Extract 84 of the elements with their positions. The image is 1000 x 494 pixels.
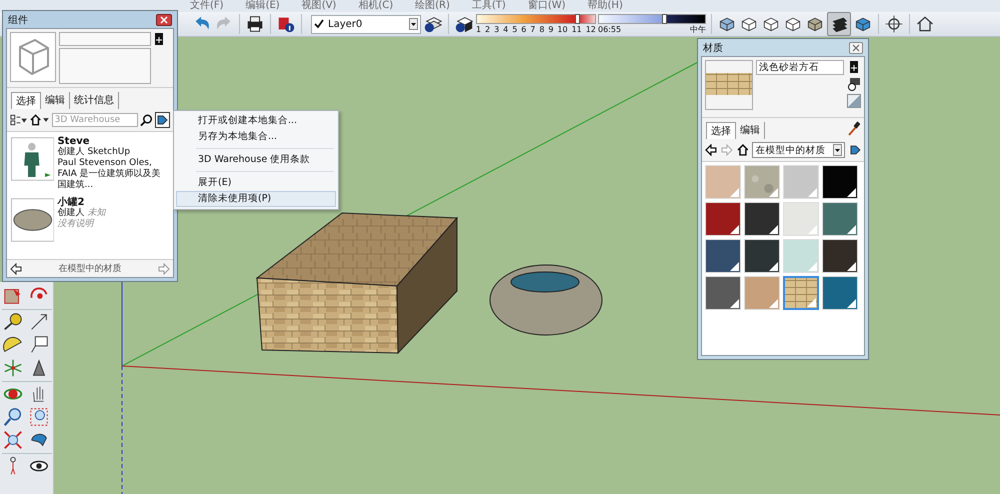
menu-item[interactable]: 清除未使用项(P)	[176, 191, 336, 207]
zoom-window-icon[interactable]	[28, 406, 50, 428]
component-name[interactable]: Steve	[57, 136, 169, 147]
creator-label: 创建人	[57, 147, 84, 158]
slider-label: 1	[476, 25, 482, 34]
zoom-icon[interactable]	[2, 406, 24, 428]
material-name-field[interactable]: 浅色砂岩方石	[756, 60, 844, 75]
material-swatch[interactable]	[783, 276, 819, 310]
menu-item[interactable]: 3D Warehouse 使用条款	[176, 152, 336, 168]
tab[interactable]: 选择	[11, 92, 41, 109]
description-field[interactable]	[59, 48, 151, 84]
slider-label: 06:55	[598, 25, 622, 34]
name-field[interactable]	[59, 32, 151, 46]
details-arrow-icon[interactable]	[849, 144, 862, 156]
view-options-icon[interactable]	[10, 113, 27, 127]
close-icon	[160, 16, 168, 24]
layer-name: Layer0	[328, 18, 364, 30]
zoom-extents-icon[interactable]	[2, 429, 24, 451]
tape-measure-icon[interactable]	[2, 311, 24, 333]
slider-thumb[interactable]	[575, 14, 580, 24]
menu-item[interactable]: 工具(T)	[472, 0, 506, 12]
layer-dropdown[interactable]: Layer0	[311, 14, 421, 34]
menu-item[interactable]: 另存为本地集合...	[176, 129, 336, 145]
slider-label: 9	[548, 25, 554, 34]
shadows-icon[interactable]	[454, 14, 474, 34]
slider-label: 5	[512, 25, 518, 34]
home-icon[interactable]	[736, 144, 748, 156]
eyedropper-icon[interactable]	[846, 120, 860, 136]
add-material-icon[interactable]	[849, 60, 859, 74]
menu-item[interactable]: 相机(C)	[358, 0, 394, 12]
bowl-thumbnail-icon	[11, 197, 54, 243]
component-name[interactable]: 小罐2	[57, 197, 169, 208]
close-button[interactable]	[849, 42, 863, 54]
panel-title: 组件	[8, 14, 28, 26]
person-silhouette-icon	[11, 136, 54, 182]
house-icon[interactable]	[915, 14, 935, 34]
component-preview-icon	[10, 32, 56, 82]
month-slider[interactable]	[476, 14, 596, 24]
home-icon[interactable]	[28, 113, 50, 127]
menu-item[interactable]: 编辑(E)	[246, 0, 280, 12]
back-arrow-icon[interactable]	[10, 262, 22, 274]
close-button[interactable]	[156, 14, 172, 26]
collection-dropdown[interactable]: 在模型中的材质	[752, 142, 846, 158]
slider-thumb[interactable]	[662, 14, 667, 24]
creator-name: 未知	[87, 208, 106, 218]
slider-label: 11	[572, 25, 582, 34]
component-description: Paul Stevenson Oles, FAIA 是一位建筑师以及美国建筑...	[57, 158, 162, 191]
time-slider[interactable]	[598, 14, 706, 24]
menu-item[interactable]: 打开或创建本地集合...	[176, 113, 336, 129]
panel-title: 材质	[703, 42, 723, 54]
tab[interactable]: 选择	[706, 122, 736, 139]
menu-item[interactable]: 展开(E)	[176, 175, 336, 191]
tab[interactable]: 统计信息	[70, 92, 119, 109]
slider-label: 7	[530, 25, 536, 34]
material-preview	[705, 60, 753, 110]
slider-label: 4	[503, 25, 508, 34]
layers-icon[interactable]	[423, 14, 443, 34]
collection-label: 在模型中的材质	[58, 262, 122, 275]
slider-label: 3	[494, 25, 500, 34]
slider-label: 6	[521, 25, 526, 34]
back-arrow-icon[interactable]	[705, 144, 717, 156]
details-button[interactable]	[154, 112, 170, 128]
slider-label: 8	[539, 25, 544, 34]
position-camera-icon[interactable]	[884, 14, 904, 34]
axes-icon[interactable]	[2, 357, 24, 379]
tab[interactable]: 编辑	[736, 122, 765, 139]
slider-label: 2	[485, 25, 490, 34]
search-field[interactable]: 3D Warehouse	[52, 113, 138, 127]
slider-label: 中午	[690, 25, 706, 34]
slider-label: 10	[557, 25, 568, 34]
component-description: 没有说明	[57, 219, 96, 230]
slider-label: 12	[586, 25, 596, 34]
menu-item[interactable]: 视图(V)	[302, 0, 336, 12]
details-arrow-icon	[156, 114, 168, 126]
menu-item[interactable]: 帮助(H)	[588, 0, 623, 12]
printer-icon[interactable]	[245, 14, 265, 34]
close-icon	[852, 44, 860, 52]
search-icon[interactable]	[140, 113, 153, 127]
menu-item[interactable]: 绘图(R)	[415, 0, 450, 12]
forward-arrow-icon[interactable]	[158, 262, 170, 274]
creator-label: 创建人	[57, 208, 84, 218]
tab[interactable]: 编辑	[41, 92, 70, 109]
creator-name: SketchUp	[87, 147, 130, 158]
add-model-icon[interactable]	[154, 32, 164, 46]
